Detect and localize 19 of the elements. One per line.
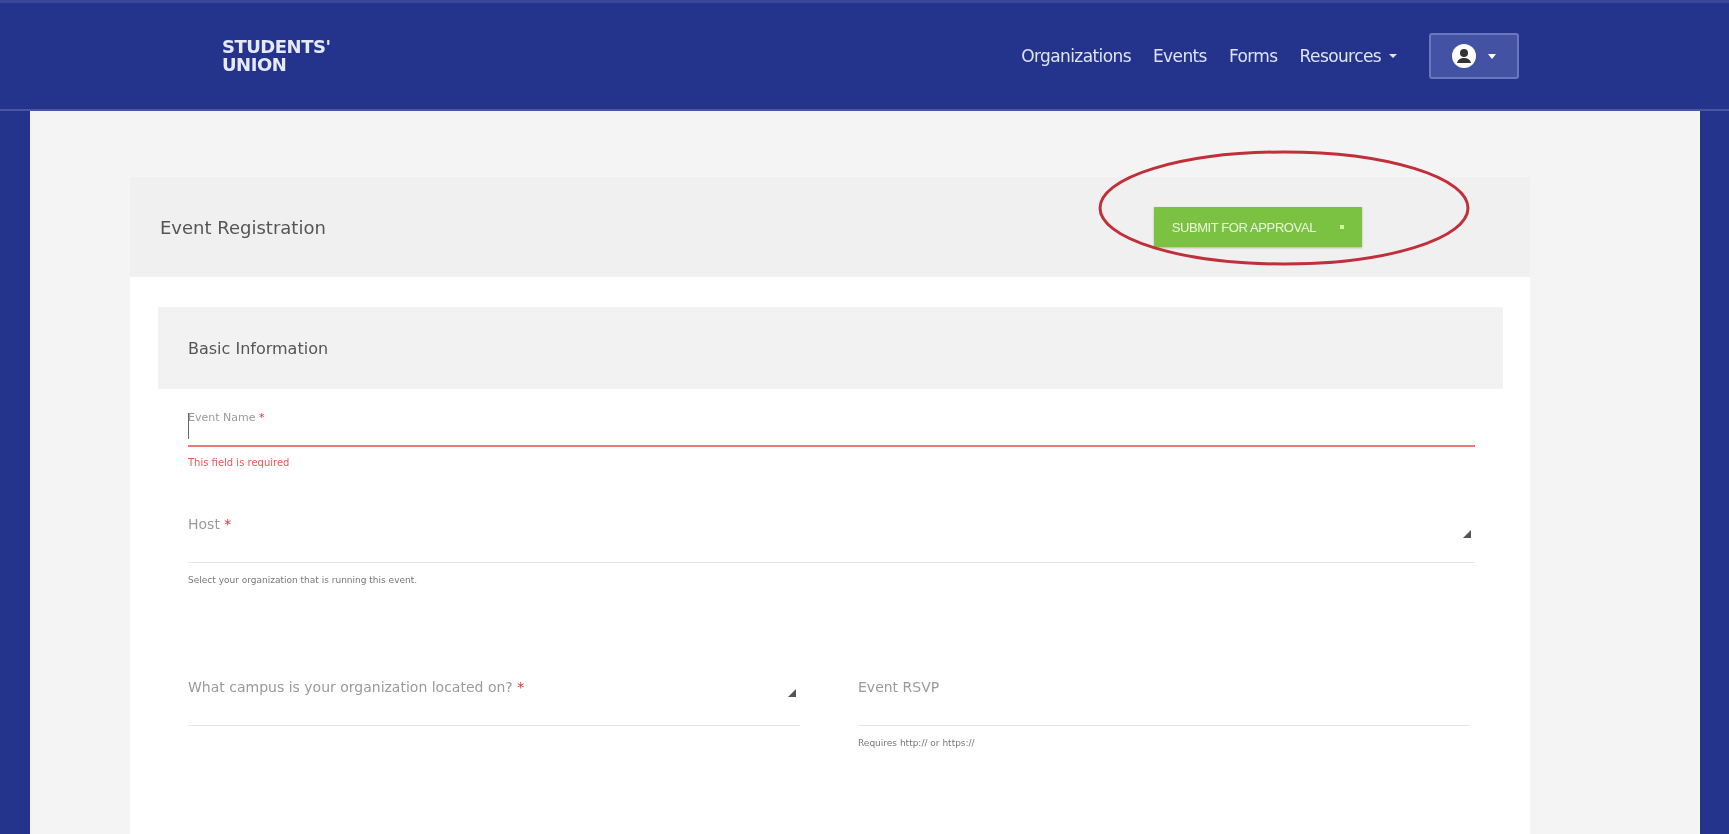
caret-icon [1488,53,1496,59]
error-message: This field is required [188,457,291,468]
page-title: Event Registration [160,216,326,238]
select-field[interactable]: What campus is your organization located on? * [188,673,800,726]
user-avatar-icon [1452,44,1476,68]
section-title: Basic Information [188,338,329,358]
resize-handle-icon [1463,530,1471,538]
nav-link[interactable]: Forms [1228,46,1278,66]
caret-icon [1389,54,1397,58]
user-menu-button[interactable] [1429,33,1519,79]
input-field[interactable]: Event Name * [188,411,1475,447]
nav-link[interactable]: Organizations [1021,46,1131,66]
logo[interactable]: STUDENTS' UNION [222,38,331,74]
select-field[interactable]: Host * [188,510,1475,563]
help-text: Select your organization that is running this event. [188,575,419,585]
nav-link[interactable]: Events [1152,46,1207,66]
help-text: Requires http:// or https:// [858,738,976,748]
resize-handle-icon [788,689,796,697]
nav-dropdown[interactable]: Resources [1299,46,1397,66]
